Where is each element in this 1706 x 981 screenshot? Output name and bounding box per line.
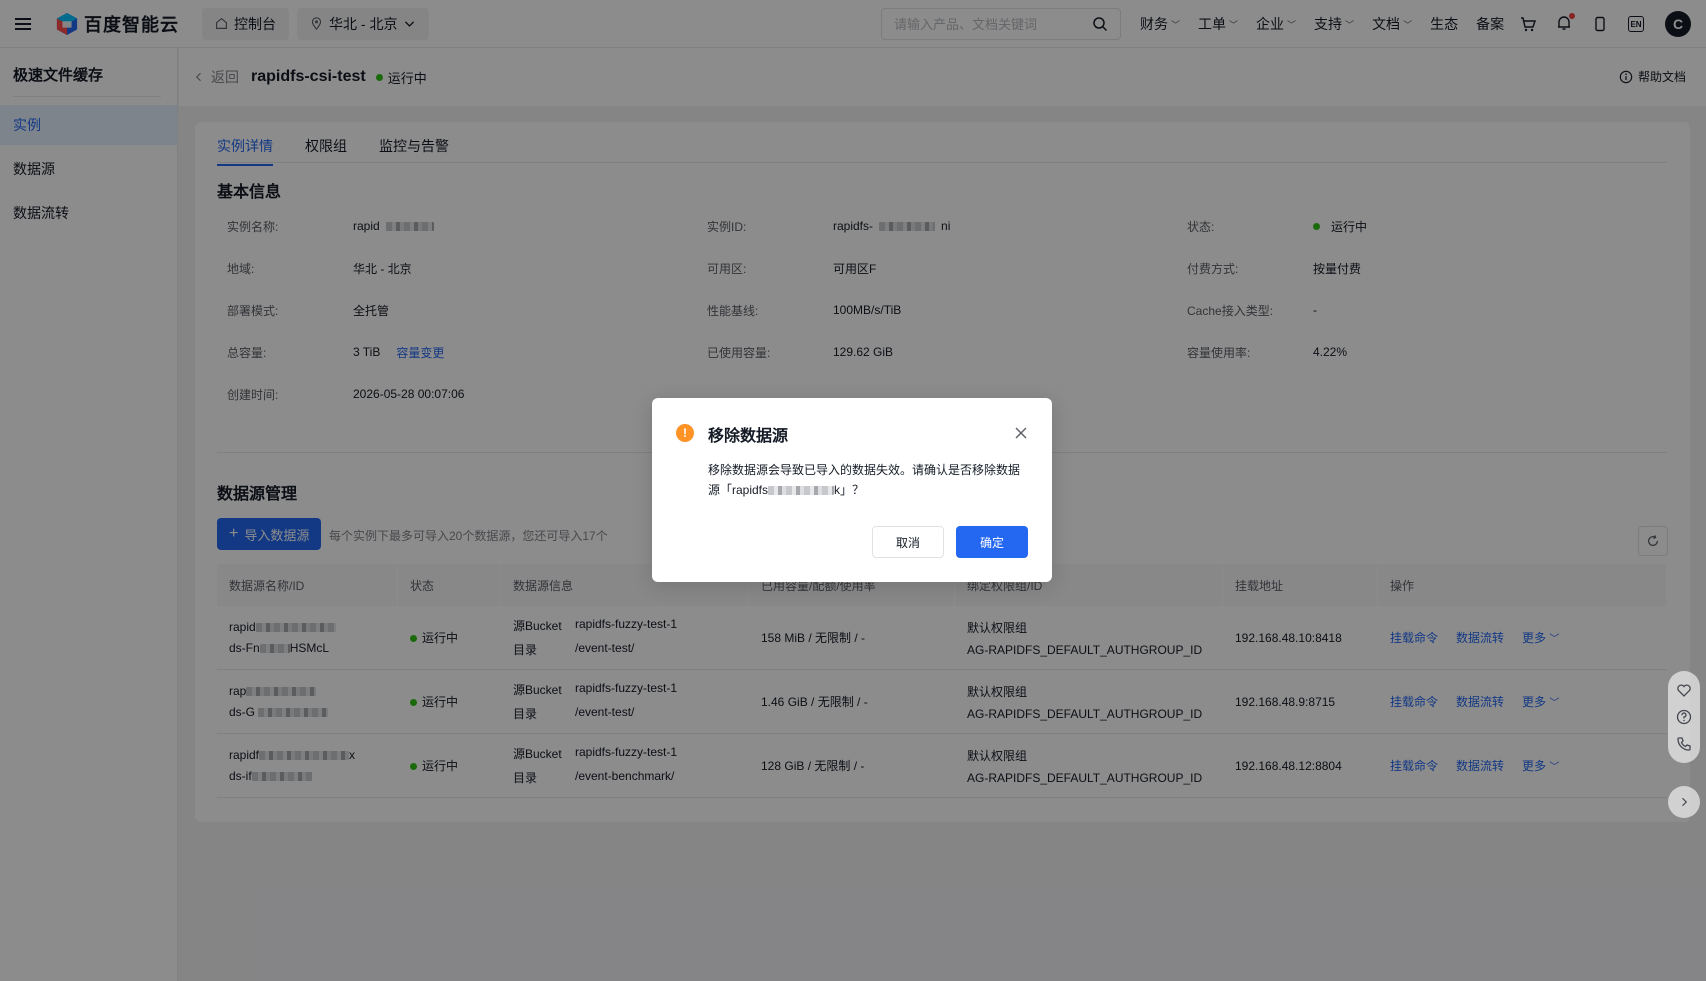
- confirm-button[interactable]: 确定: [956, 526, 1028, 558]
- dialog-message: 移除数据源会导致已导入的数据失效。请确认是否移除数据源「rapidfs k」？: [708, 463, 1021, 497]
- floating-toolbar: [1668, 671, 1700, 763]
- chevron-right-icon: [1682, 797, 1688, 807]
- expand-toolbar-button[interactable]: [1668, 786, 1700, 818]
- heart-icon[interactable]: [1676, 682, 1692, 698]
- cancel-button[interactable]: 取消: [872, 526, 944, 558]
- close-icon[interactable]: [1014, 426, 1028, 440]
- warning-icon: !: [676, 424, 694, 442]
- phone-icon[interactable]: [1676, 736, 1692, 752]
- dialog-title: 移除数据源: [708, 428, 789, 445]
- question-icon[interactable]: [1676, 709, 1692, 725]
- remove-datasource-dialog: ! 移除数据源 移除数据源会导致已导入的数据失效。请确认是否移除数据源「rapi…: [652, 398, 1052, 582]
- redacted-text: [768, 486, 835, 496]
